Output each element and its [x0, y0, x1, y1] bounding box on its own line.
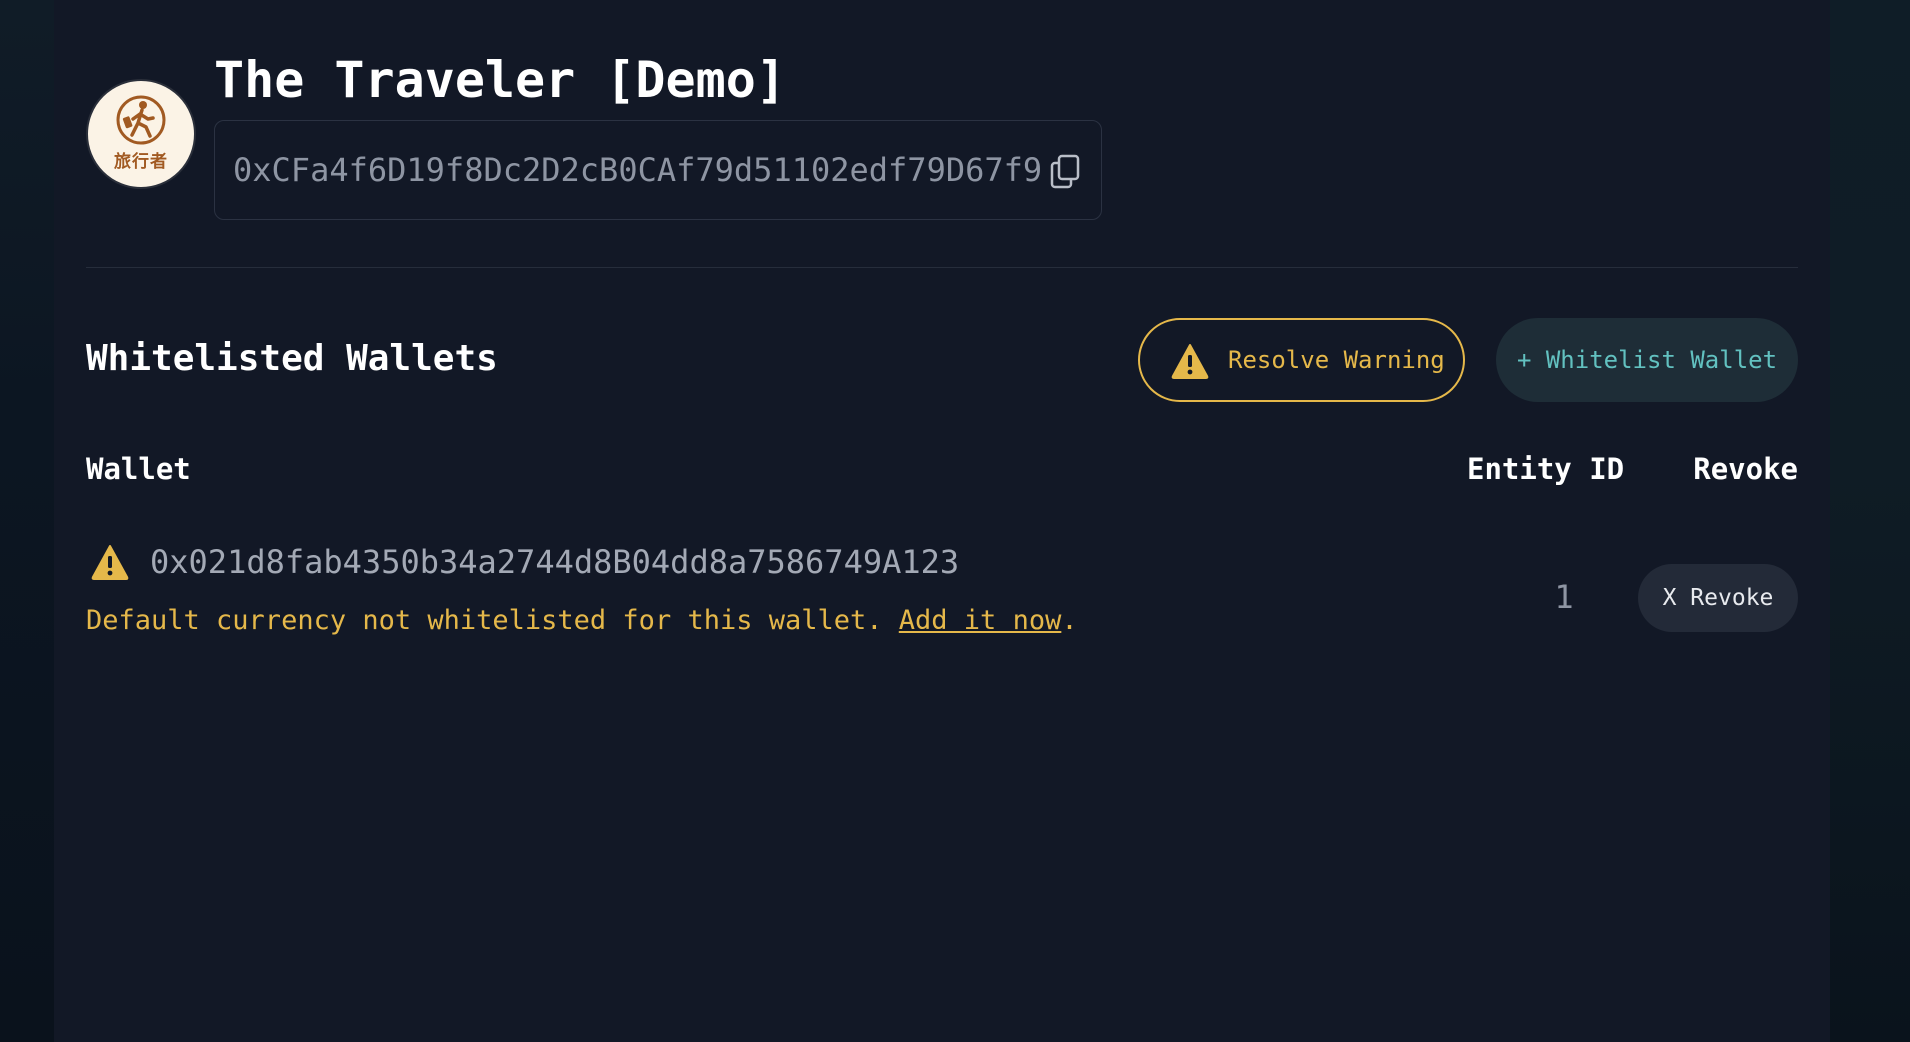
avatar-label: 旅行者: [114, 152, 168, 172]
resolve-warning-button[interactable]: Resolve Warning: [1138, 318, 1465, 402]
background-left-edge: [0, 0, 54, 1042]
warning-message: Default currency not whitelisted for thi…: [86, 604, 1078, 638]
background-right-edge: [1830, 0, 1910, 1042]
copy-icon[interactable]: [1049, 153, 1083, 189]
main-panel: 旅行者 The Traveler [Demo] 0xCFa4f6D19f8Dc2…: [54, 0, 1830, 1042]
column-header-revoke: Revoke: [1693, 452, 1798, 486]
resolve-warning-label: Resolve Warning: [1228, 346, 1445, 374]
revoke-button[interactable]: X Revoke: [1638, 564, 1798, 632]
contract-address[interactable]: 0xCFa4f6D19f8Dc2D2cB0CAf79d51102edf79D67…: [233, 151, 1042, 189]
add-it-now-link[interactable]: Add it now: [899, 605, 1062, 636]
page-title: The Traveler [Demo]: [214, 51, 786, 109]
warning-suffix: .: [1061, 605, 1078, 636]
warning-icon: [1171, 344, 1209, 379]
address-box: 0xCFa4f6D19f8Dc2D2cB0CAf79d51102edf79D67…: [214, 120, 1102, 220]
whitelist-wallet-button[interactable]: + Whitelist Wallet: [1496, 318, 1798, 402]
column-header-entity-id: Entity ID: [1467, 452, 1625, 486]
divider: [86, 267, 1798, 268]
avatar: 旅行者: [86, 79, 196, 189]
warning-text: Default currency not whitelisted for thi…: [86, 605, 899, 636]
entity-id-value: 1: [1554, 578, 1574, 616]
column-header-wallet: Wallet: [86, 452, 191, 486]
wallet-address: 0x021d8fab4350b34a2744d8B04dd8a7586749A1…: [150, 543, 960, 581]
warning-icon: [91, 545, 129, 580]
section-title: Whitelisted Wallets: [86, 338, 498, 379]
